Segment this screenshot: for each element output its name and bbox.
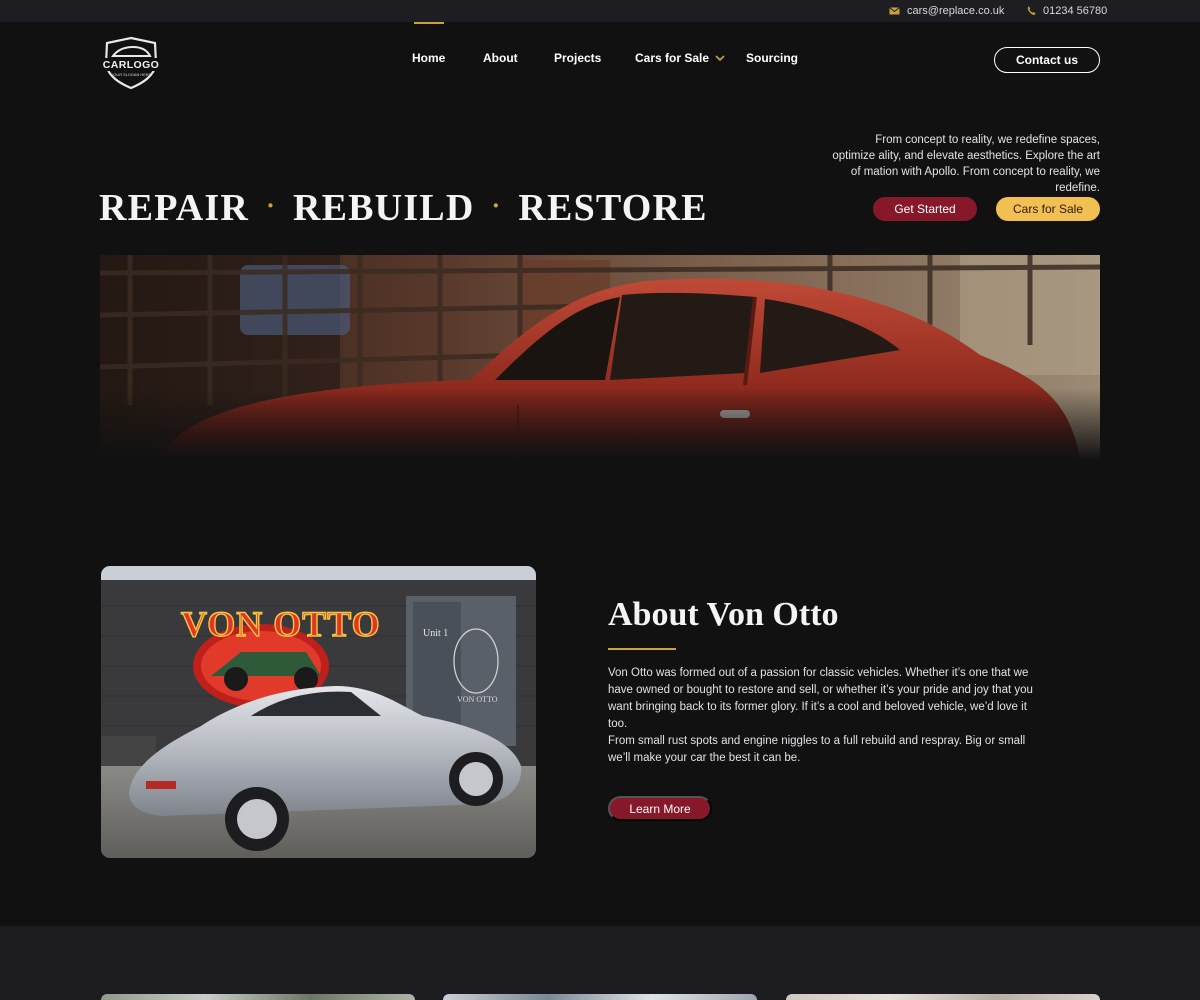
door-unit-text: Unit 1 <box>423 628 448 639</box>
nav-item-projects[interactable]: Projects <box>554 22 601 94</box>
email-text: cars@replace.co.uk <box>907 5 1005 17</box>
hero-headline: REPAIR · REBUILD · RESTORE <box>99 186 708 230</box>
headline-separator: · <box>491 191 502 220</box>
mural-text: VON OTTO <box>181 604 381 644</box>
project-card-thumbnail[interactable] <box>101 994 415 1000</box>
about-paragraph-2: From small rust spots and engine niggles… <box>608 735 1026 764</box>
top-bar: cars@replace.co.uk 01234 56780 <box>0 0 1200 22</box>
nav-item-home[interactable]: Home <box>412 22 445 94</box>
hero-intro-text: From concept to reality, we redefine spa… <box>832 134 1100 194</box>
about-photo: Unit 1 VON OTTO VON OTTO <box>101 566 536 858</box>
headline-separator: · <box>266 191 276 220</box>
project-card-thumbnail[interactable] <box>786 994 1100 1000</box>
nav-item-about[interactable]: About <box>483 22 518 94</box>
hero-car-image <box>100 255 1100 460</box>
cars-for-sale-button[interactable]: Cars for Sale <box>996 197 1100 221</box>
mail-icon <box>889 7 900 15</box>
headline-word-rebuild: REBUILD <box>292 187 475 229</box>
project-card-thumbnail[interactable] <box>443 994 757 1000</box>
nav-item-cars-for-sale[interactable]: Cars for Sale <box>635 22 725 94</box>
contact-us-button[interactable]: Contact us <box>994 47 1100 73</box>
about-title-underline <box>608 648 676 650</box>
nav-projects-label: Projects <box>554 51 602 65</box>
get-started-button[interactable]: Get Started <box>873 197 977 221</box>
nav-home-label: Home <box>412 51 446 65</box>
nav-about-label: About <box>483 51 518 65</box>
nav-sourcing-label: Sourcing <box>746 51 799 65</box>
phone-icon <box>1027 6 1036 16</box>
learn-more-button[interactable]: Learn More <box>608 796 712 821</box>
headline-word-restore: RESTORE <box>518 187 708 229</box>
top-bar-email[interactable]: cars@replace.co.uk <box>889 0 1004 22</box>
about-paragraph-1: Von Otto was formed out of a passion for… <box>608 667 1033 730</box>
projects-section-band <box>0 926 1200 1000</box>
chevron-down-icon <box>715 51 725 65</box>
about-title: About Von Otto <box>608 596 839 633</box>
nav-item-sourcing[interactable]: Sourcing <box>746 22 798 94</box>
phone-text: 01234 56780 <box>1043 5 1108 17</box>
nav-cars-label: Cars for Sale <box>635 51 710 65</box>
headline-word-repair: REPAIR <box>99 187 250 229</box>
door-sign-text: VON OTTO <box>457 695 498 704</box>
top-bar-phone[interactable]: 01234 56780 <box>1027 0 1107 22</box>
